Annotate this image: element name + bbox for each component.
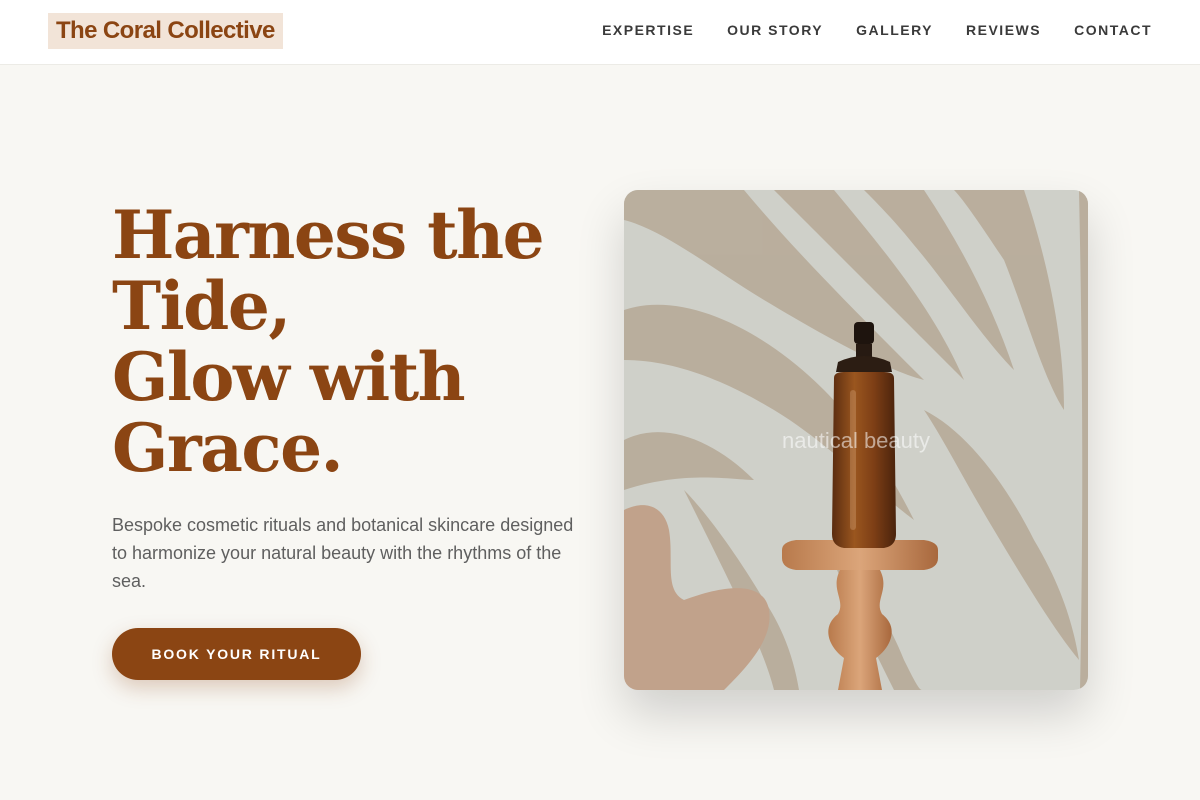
hero-subtitle: Bespoke cosmetic rituals and botanical s… [112,515,574,591]
site-header: The Coral Collective EXPERTISE OUR STORY… [0,0,1200,65]
hero-title-line: Harness the [112,196,545,274]
nav-link-our-story[interactable]: OUR STORY [727,22,823,38]
main-navigation: EXPERTISE OUR STORY GALLERY REVIEWS CONT… [602,0,1152,60]
nav-link-gallery[interactable]: GALLERY [856,22,933,38]
nav-link-reviews[interactable]: REVIEWS [966,22,1041,38]
site-logo[interactable]: The Coral Collective [48,13,283,49]
nav-link-contact[interactable]: CONTACT [1074,22,1152,38]
hero-title-line: Grace. [112,409,344,487]
hero-title: Harness the Tide, Glow with Grace. [112,200,582,484]
nav-link-expertise[interactable]: EXPERTISE [602,22,694,38]
hero-product-image: nautical beauty [624,190,1088,690]
hero-title-line: Glow with [112,338,466,416]
image-alt-text: nautical beauty [782,428,930,453]
book-ritual-button[interactable]: BOOK YOUR RITUAL [112,628,361,680]
hero-title-line: Tide, [112,267,291,345]
